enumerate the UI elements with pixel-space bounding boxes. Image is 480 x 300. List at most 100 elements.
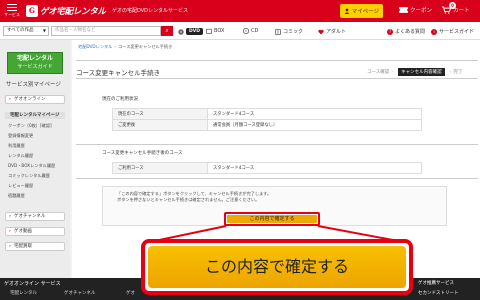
user-icon (344, 8, 350, 14)
table-value: スタンダード4コース (207, 108, 422, 120)
logo-text: ゲオ宅配レンタル (40, 7, 106, 17)
confirm-button-label: この内容で確定する (227, 215, 317, 223)
sidebar-section-title: サービス別マイページ (6, 82, 61, 88)
top-header: サービス G ゲオ宅配レンタル ゲオの宅配DVDレンタルサービス マイページ ク… (0, 0, 480, 22)
service-dvd[interactable]: DVD (178, 28, 203, 35)
faq-link[interactable]: ? よくある質問 (387, 28, 425, 35)
box-label: BOX (214, 28, 225, 34)
question-icon: ? (387, 28, 393, 35)
search-icon: ⌕ (165, 27, 169, 34)
info-icon: i (431, 28, 437, 35)
sidebar: 宅配レンタル サービスガイド サービス別マイページ ゲオオンライン 宅配レンタル… (0, 40, 70, 278)
breadcrumb-current: コース変更キャンセル手続き (118, 44, 173, 49)
sidebar-rental-heading: 宅配レンタルマイページ (5, 112, 65, 119)
current-status-table: 現在のコース スタンダード4コース ご変更後 通常会員（月額コース登録なし） (112, 108, 422, 131)
service-guide-label: サービスガイド (439, 29, 475, 35)
footer-link-rental[interactable]: 宅配レンタル (10, 290, 37, 296)
footer-second-street-link[interactable]: セカンドストリート (418, 290, 459, 296)
service-box[interactable]: BOX (206, 28, 224, 34)
divider (76, 144, 478, 145)
coupon-link[interactable]: クーポン (399, 6, 432, 14)
breadcrumb-separator: › (114, 44, 117, 49)
sidebar-item-geo-channel[interactable]: ゲオチャンネル (5, 212, 65, 221)
cd-label: CD (251, 28, 259, 34)
cd-icon (243, 28, 249, 34)
divider (76, 178, 478, 179)
sidebar-link-usage[interactable]: 利用履歴 (8, 143, 25, 149)
footer-link-geo[interactable]: ゲオ (126, 290, 135, 296)
category-select-value: すべての作品 (7, 28, 34, 33)
service-comic[interactable]: コミック (275, 28, 303, 35)
progress-steps: コース確認 › キャンセル内容確認 › 完了 (367, 68, 462, 76)
current-status-heading: 現在のご利用状況 (102, 97, 138, 102)
mypage-button[interactable]: マイページ (340, 4, 383, 18)
search-button[interactable]: ⌕ (161, 26, 173, 36)
after-cancel-heading: コース変更キャンセル手続き後のコース (102, 151, 183, 156)
faq-label: よくある質問 (395, 29, 426, 35)
search-input[interactable]: 作品名・人物名など (51, 26, 161, 36)
sidebar-item-geo-online[interactable]: ゲオオンライン (5, 95, 65, 104)
adult-label: アダルト (326, 29, 347, 35)
table-value: スタンダード4コース (207, 162, 422, 174)
table-row: 現在のコース スタンダード4コース (112, 108, 422, 120)
notice-text: 「この内容で確定する」ボタンをクリックして、キャンセル手続きが完了します。 ボタ… (117, 191, 437, 203)
cart-link[interactable]: 0 カート (442, 2, 470, 14)
table-row: ご変更後 通常会員（月額コース登録なし） (112, 119, 422, 131)
divider (76, 60, 478, 61)
site-tagline: ゲオの宅配DVDレンタルサービス (112, 8, 189, 14)
footer-title: ゲオオンライン サービス (4, 281, 61, 287)
table-value: 通常会員（月額コース登録なし） (207, 119, 422, 131)
sidebar-link-registration[interactable]: 登録情報変更 (8, 133, 33, 139)
service-menu-label: サービス (4, 12, 20, 17)
hamburger-icon (7, 4, 17, 11)
sidebar-item-takuhai[interactable]: 宅配買取 (5, 242, 65, 251)
cart-count-badge: 0 (449, 2, 456, 9)
category-select[interactable]: すべての作品 ▼ (3, 26, 49, 36)
service-menu-button[interactable]: サービス (2, 2, 22, 20)
divider (76, 78, 478, 79)
confirm-button-callout: この内容で確定する (141, 239, 413, 295)
service-cd[interactable]: CD (243, 28, 258, 34)
service-adult[interactable]: アダルト (318, 28, 346, 35)
comic-label: コミック (283, 29, 304, 35)
step-course-confirm: コース確認 (367, 70, 390, 75)
table-key: 現在のコース (112, 108, 208, 120)
dvd-label: DVD (186, 28, 203, 35)
sidebar-link-comic-history[interactable]: コミックレンタル履歴 (8, 173, 50, 179)
table-key: ご利用コース (112, 162, 208, 174)
page-title: コース変更キャンセル手続き (76, 69, 161, 77)
notice-line: ボタンを押さないとキャンセル手続きは確定されません。ご注意ください。 (117, 197, 260, 202)
coupon-label: クーポン (410, 8, 433, 14)
step-arrow-icon: › (391, 69, 394, 75)
sidebar-link-dvd-history[interactable]: DVD・BOXレンタル履歴 (8, 163, 55, 169)
box-icon (206, 28, 212, 34)
breadcrumb: 宅配DVDレンタル › コース変更キャンセル手続き (78, 44, 172, 50)
table-row: ご利用コース スタンダード4コース (112, 162, 422, 174)
footer-link-channel[interactable]: ゲオチャンネル (64, 290, 95, 296)
sidebar-link-rental-history[interactable]: レンタル履歴 (8, 153, 33, 159)
service-guide-link[interactable]: i サービスガイド (431, 28, 474, 35)
site-logo[interactable]: G ゲオ宅配レンタル (26, 4, 106, 18)
breadcrumb-home-link[interactable]: 宅配DVDレンタル (78, 44, 112, 49)
geo-logo-icon: G (26, 5, 38, 17)
heart-icon (318, 29, 324, 34)
chevron-down-icon: ▼ (42, 28, 46, 33)
sidebar-link-coupon[interactable]: クーポン（0枚）[確認] (8, 123, 52, 129)
banner-title: 宅配レンタル (16, 55, 53, 62)
book-icon (275, 28, 281, 35)
ticket-icon (399, 7, 408, 13)
search-bar: すべての作品 ▼ 作品名・人物名など ⌕ DVD BOX CD コミック アダル… (0, 22, 480, 40)
after-cancel-table: ご利用コース スタンダード4コース (112, 162, 422, 174)
footer-recommend-link[interactable]: ゲオ推薦サービス (418, 280, 454, 286)
step-complete: 完了 (453, 70, 463, 75)
disc-icon (178, 28, 184, 35)
rental-guide-banner[interactable]: 宅配レンタル サービスガイド (7, 52, 63, 74)
sidebar-item-geo-douga[interactable]: ゲオ動画 (5, 227, 65, 236)
step-arrow-icon: › (449, 69, 452, 75)
mypage-label: マイページ (351, 9, 380, 15)
confirm-button[interactable]: この内容で確定する (224, 212, 320, 226)
sidebar-link-review-history[interactable]: レビュー履歴 (8, 183, 33, 189)
banner-subtitle: サービスガイド (17, 64, 53, 70)
sidebar-link-other-history[interactable]: 宿題履歴 (8, 193, 25, 199)
confirm-button-zoomed[interactable]: この内容で確定する (148, 246, 406, 288)
